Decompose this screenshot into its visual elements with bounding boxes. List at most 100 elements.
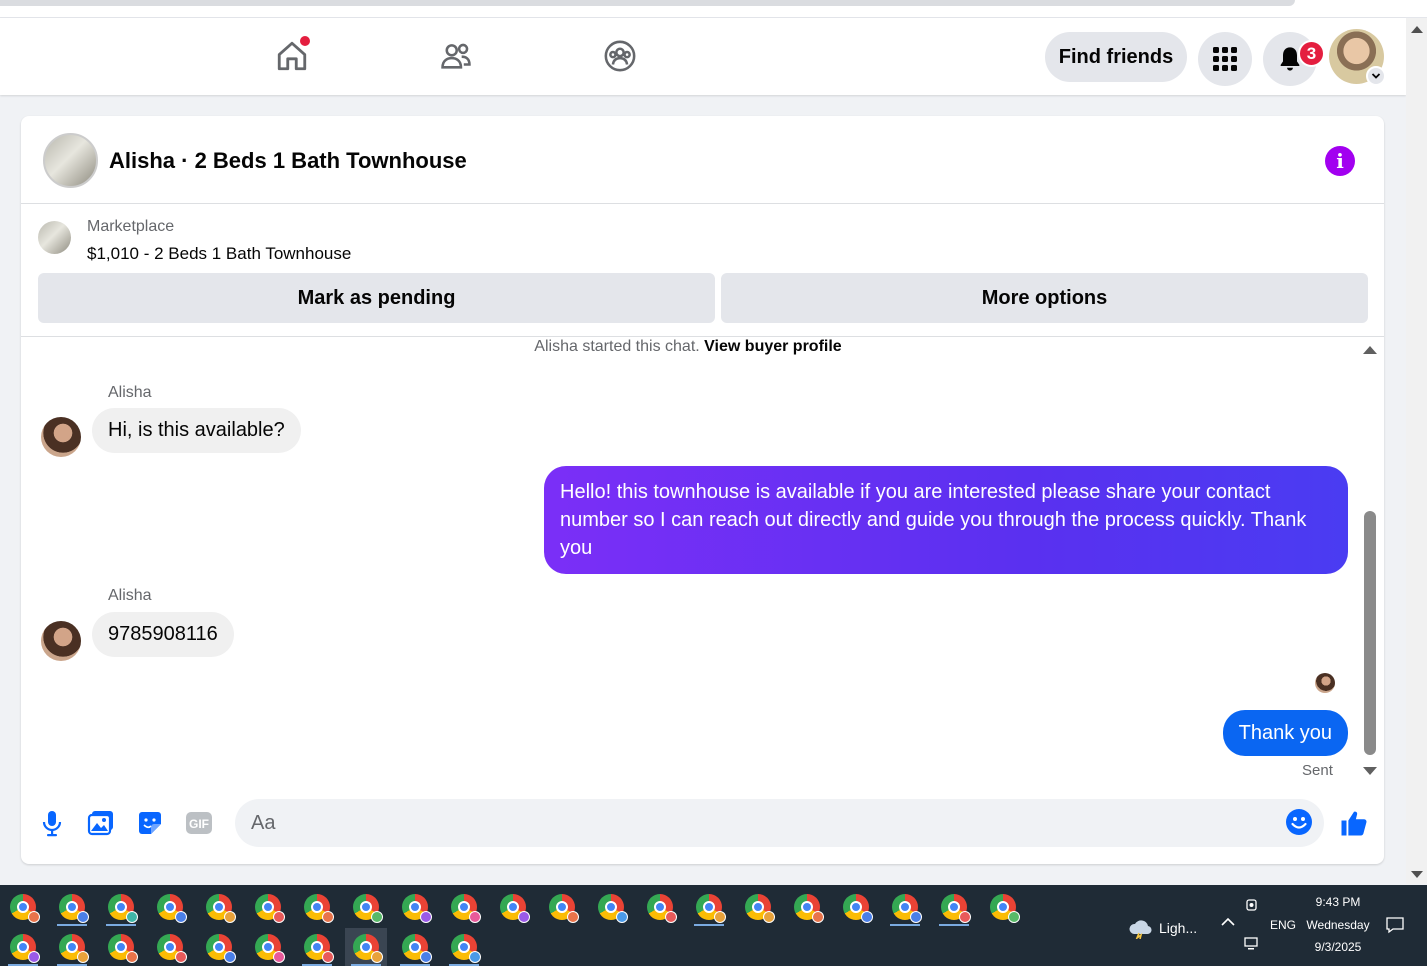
profile-badge-icon xyxy=(616,911,628,923)
clock-date[interactable]: 9/3/2025 xyxy=(1302,940,1374,954)
taskbar-chrome-profile-button[interactable] xyxy=(2,928,44,966)
chrome-icon xyxy=(304,894,334,923)
page-scroll-up-arrow-icon[interactable] xyxy=(1411,26,1423,33)
taskbar-chrome-profile-button[interactable] xyxy=(443,928,485,966)
taskbar-chrome-profile-button[interactable] xyxy=(394,928,436,966)
taskbar-chrome-profile-button[interactable] xyxy=(247,888,289,926)
message-input[interactable] xyxy=(235,799,1324,847)
taskbar-chrome-profile-button[interactable] xyxy=(2,888,44,926)
message-sender-name: Alisha xyxy=(108,384,152,401)
open-window-indicator xyxy=(694,924,724,926)
chrome-icon xyxy=(794,894,824,923)
taskbar-chrome-profile-button[interactable] xyxy=(149,928,191,966)
scroll-down-arrow-icon[interactable] xyxy=(1363,767,1377,775)
open-window-indicator xyxy=(890,924,920,926)
profile-badge-icon xyxy=(273,951,285,963)
profile-badge-icon xyxy=(420,911,432,923)
taskbar-chrome-profile-button[interactable] xyxy=(100,928,142,966)
listing-thumbnail[interactable] xyxy=(38,221,71,254)
taskbar-chrome-profile-button[interactable] xyxy=(198,928,240,966)
taskbar-chrome-profile-button[interactable] xyxy=(296,888,338,926)
chat-header: Alisha · 2 Beds 1 Bath Townhouse i xyxy=(21,116,1384,204)
taskbar-chrome-profile-button[interactable] xyxy=(933,888,975,926)
chrome-icon xyxy=(598,894,628,923)
find-friends-button[interactable]: Find friends xyxy=(1045,32,1187,82)
taskbar-chrome-profile-button[interactable] xyxy=(688,888,730,926)
listing-avatar[interactable] xyxy=(43,133,98,188)
taskbar-chrome-profile-button[interactable] xyxy=(100,888,142,926)
taskbar-chrome-profile-button[interactable] xyxy=(345,888,387,926)
scroll-up-arrow-icon[interactable] xyxy=(1363,346,1377,354)
chat-started-notice: Alisha started this chat. View buyer pro… xyxy=(21,338,1355,356)
more-options-button[interactable]: More options xyxy=(721,273,1368,323)
chat-title[interactable]: Alisha · 2 Beds 1 Bath Townhouse xyxy=(109,148,467,174)
taskbar-chrome-profile-button[interactable] xyxy=(345,928,387,966)
info-icon[interactable]: i xyxy=(1325,146,1355,176)
profile-badge-icon xyxy=(322,911,334,923)
home-icon[interactable] xyxy=(272,36,312,76)
meet-now-icon[interactable] xyxy=(1245,897,1259,916)
listing-price-title[interactable]: $1,010 - 2 Beds 1 Bath Townhouse xyxy=(87,244,351,264)
chrome-icon xyxy=(206,934,236,963)
menu-grid-button[interactable] xyxy=(1198,32,1252,86)
photo-icon[interactable] xyxy=(87,809,115,837)
chevron-down-icon[interactable] xyxy=(1366,66,1386,86)
message-bubble-incoming: 9785908116 xyxy=(92,612,234,657)
chrome-icon xyxy=(304,934,334,963)
sticker-icon[interactable] xyxy=(136,809,164,837)
friends-icon[interactable] xyxy=(436,36,476,76)
taskbar-chrome-profile-button[interactable] xyxy=(786,888,828,926)
mark-as-pending-button[interactable]: Mark as pending xyxy=(38,273,715,323)
taskbar-chrome-profile-button[interactable] xyxy=(443,888,485,926)
taskbar-chrome-profile-button[interactable] xyxy=(51,888,93,926)
chat-scrollbar[interactable] xyxy=(1361,340,1379,780)
taskbar-chrome-profile-button[interactable] xyxy=(149,888,191,926)
page-scroll-down-arrow-icon[interactable] xyxy=(1411,871,1423,878)
language-indicator[interactable]: ENG xyxy=(1270,918,1296,932)
taskbar-chrome-profile-button[interactable] xyxy=(541,888,583,926)
home-notification-dot xyxy=(300,36,310,46)
clock-time[interactable]: 9:43 PM xyxy=(1307,895,1369,909)
taskbar-chrome-profile-button[interactable] xyxy=(835,888,877,926)
emoji-icon[interactable] xyxy=(1285,808,1313,836)
taskbar-chrome-profile-button[interactable] xyxy=(198,888,240,926)
taskbar-chrome-profile-button[interactable] xyxy=(492,888,534,926)
chrome-icon xyxy=(157,934,187,963)
page-scrollbar[interactable] xyxy=(1406,18,1427,884)
thumbs-up-icon[interactable] xyxy=(1338,807,1370,839)
taskbar-chrome-profile-button[interactable] xyxy=(590,888,632,926)
clock-day[interactable]: Wednesday xyxy=(1302,918,1374,932)
weather-cloud-icon xyxy=(1129,920,1152,939)
taskbar-chrome-profile-button[interactable] xyxy=(394,888,436,926)
chrome-icon xyxy=(255,894,285,923)
groups-icon[interactable] xyxy=(600,36,640,76)
weather-widget[interactable]: Ligh... xyxy=(1127,917,1197,939)
microphone-icon[interactable] xyxy=(38,809,66,837)
chrome-icon xyxy=(59,894,89,923)
taskbar-chrome-profile-button[interactable] xyxy=(982,888,1024,926)
view-buyer-profile-link[interactable]: View buyer profile xyxy=(704,338,842,355)
profile-badge-icon xyxy=(714,911,726,923)
message-thread: Alisha started this chat. View buyer pro… xyxy=(21,338,1384,788)
message-bubble-incoming: Hi, is this available? xyxy=(92,408,301,453)
taskbar-chrome-profile-button[interactable] xyxy=(247,928,289,966)
taskbar-chrome-profile-button[interactable] xyxy=(737,888,779,926)
chrome-icon xyxy=(941,894,971,923)
gif-icon[interactable]: GIF xyxy=(185,809,213,837)
tray-overflow-chevron-icon[interactable] xyxy=(1221,915,1235,930)
sender-avatar[interactable] xyxy=(41,621,81,661)
chrome-icon xyxy=(353,934,383,963)
scrollbar-thumb[interactable] xyxy=(1364,511,1376,755)
taskbar-chrome-profile-button[interactable] xyxy=(884,888,926,926)
chrome-icon xyxy=(843,894,873,923)
message-bubble-outgoing: Thank you xyxy=(1222,710,1348,756)
network-icon[interactable] xyxy=(1244,937,1260,954)
taskbar-chrome-profile-button[interactable] xyxy=(639,888,681,926)
taskbar-chrome-profile-button[interactable] xyxy=(296,928,338,966)
notification-center-icon[interactable] xyxy=(1385,916,1405,937)
profile-badge-icon xyxy=(420,951,432,963)
taskbar-chrome-profile-button[interactable] xyxy=(51,928,93,966)
sender-avatar[interactable] xyxy=(41,417,81,457)
browser-loading-bar xyxy=(0,0,1295,6)
chrome-icon xyxy=(353,894,383,923)
